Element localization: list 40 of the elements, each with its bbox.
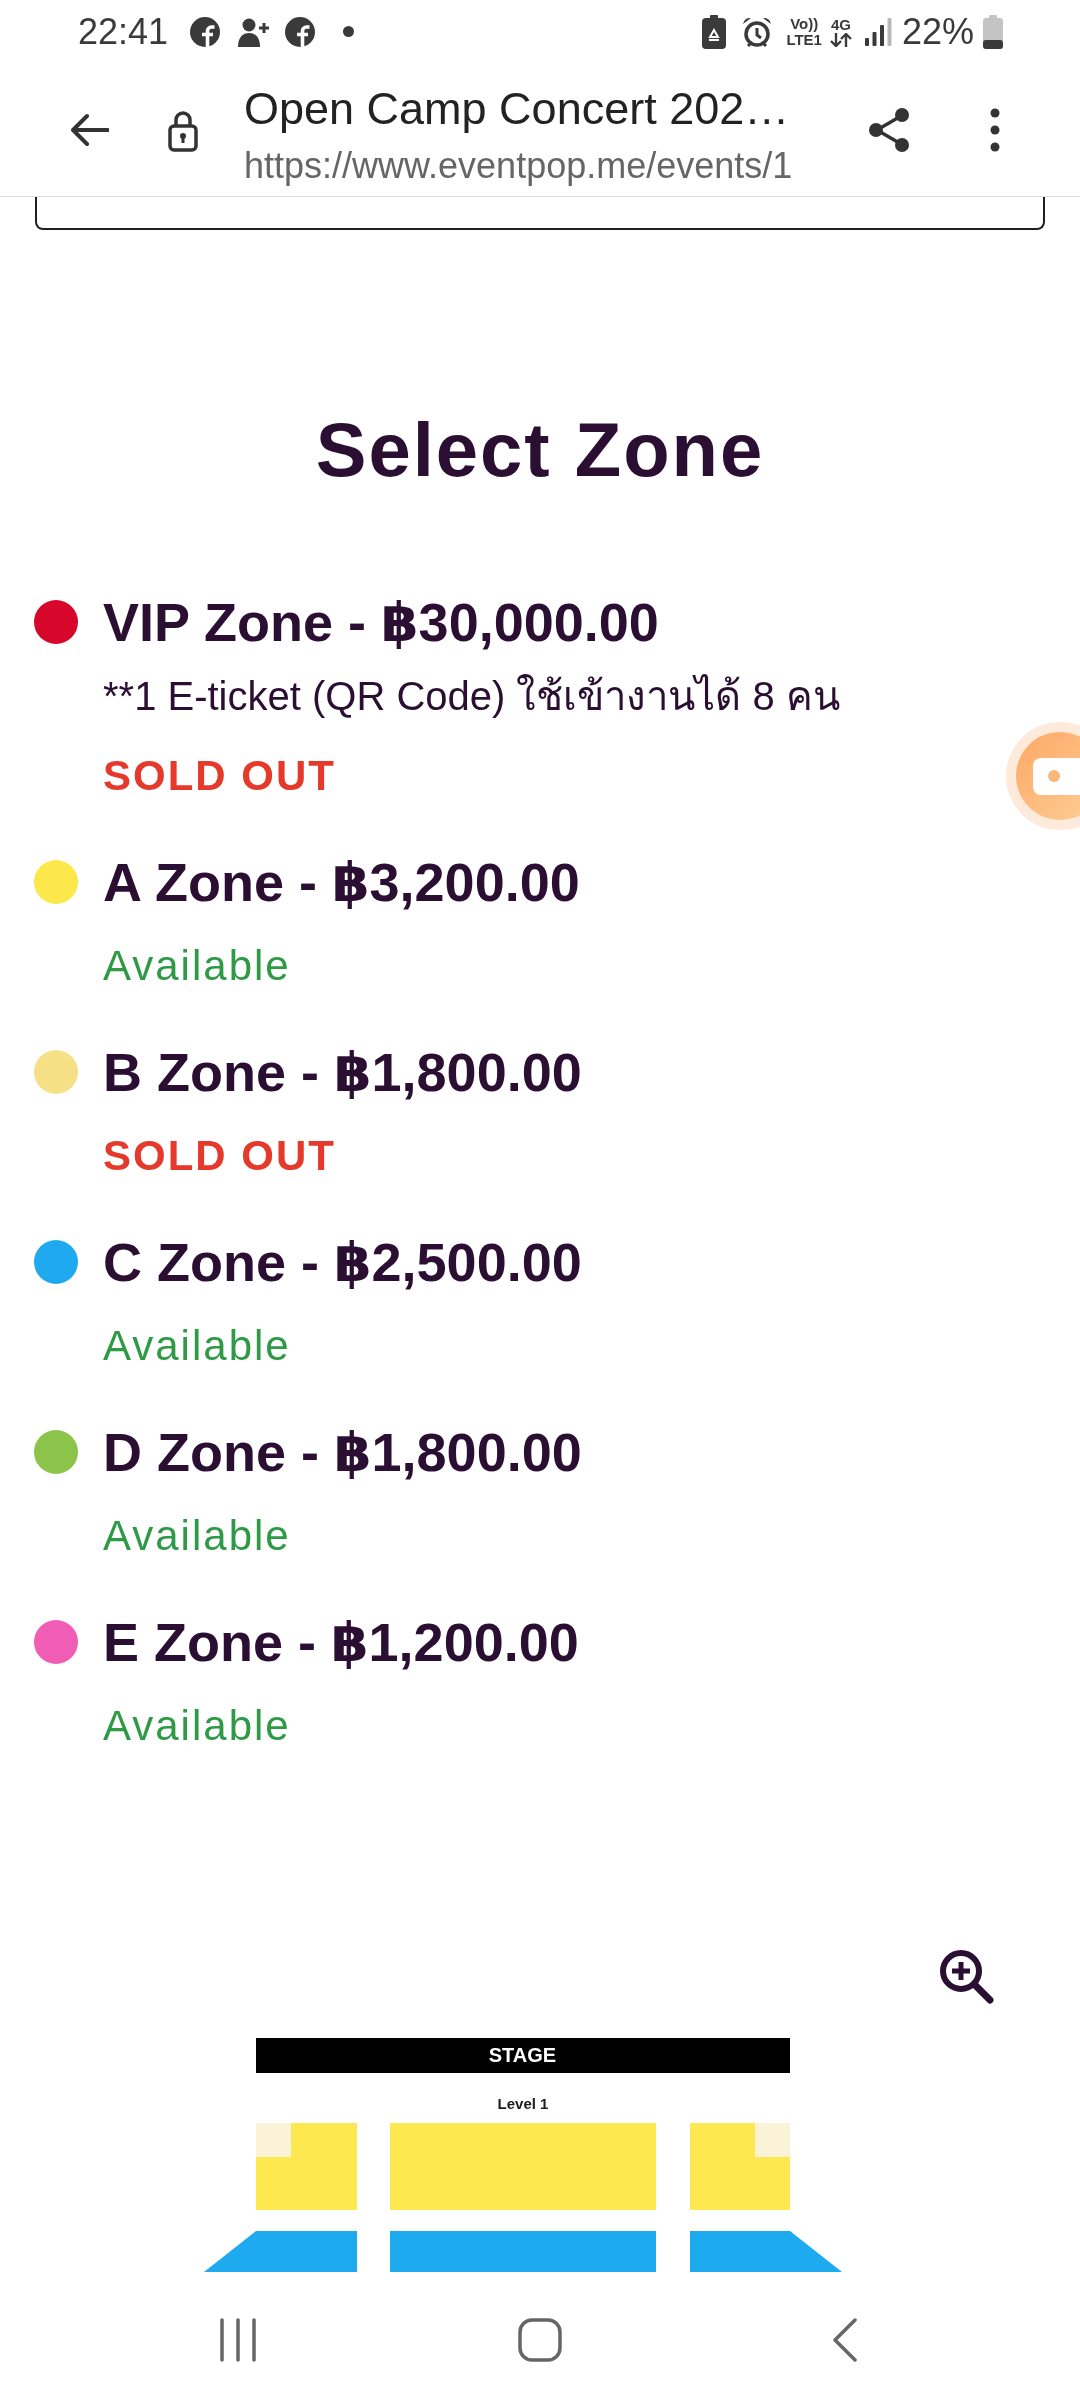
availability-status: Available	[103, 1511, 292, 1561]
zone-name-price: C Zone - ฿2,500.00	[103, 1231, 582, 1294]
availability-status: Available	[103, 941, 292, 991]
share-icon[interactable]	[868, 106, 910, 153]
stage-banner: STAGE	[255, 2038, 790, 2073]
battery-icon	[983, 14, 1003, 49]
data-arrows-icon	[829, 32, 852, 47]
zone-name-price: VIP Zone - ฿30,000.00	[103, 591, 660, 654]
zone-note: **1 E-ticket (QR Code) ใช้เข้างานได้ 8 คน	[103, 673, 840, 720]
availability-status: SOLD OUT	[103, 751, 337, 801]
alarm-clock-icon	[741, 15, 774, 48]
availability-status: Available	[103, 1321, 292, 1371]
zone-name-price: A Zone - ฿3,200.00	[103, 851, 580, 914]
back-arrow-icon[interactable]	[69, 112, 109, 147]
zoom-in-icon[interactable]	[939, 1949, 995, 2005]
clock-time: 22:41	[78, 11, 169, 52]
zone-name-price: E Zone - ฿1,200.00	[103, 1611, 579, 1674]
zone-name-price: B Zone - ฿1,800.00	[103, 1041, 582, 1104]
home-icon[interactable]	[518, 2318, 562, 2362]
more-options-icon[interactable]	[990, 107, 1000, 152]
facebook-icon	[285, 16, 316, 47]
availability-status: Available	[103, 1701, 292, 1751]
lte-label: LTE1	[786, 31, 822, 48]
battery-saver-icon	[702, 14, 727, 49]
facebook-icon	[190, 16, 221, 47]
url-text[interactable]: https://www.eventpop.me/events/1	[244, 144, 844, 188]
page-title: Open Camp Concert 202…	[244, 83, 791, 135]
recent-apps-icon[interactable]	[219, 2318, 257, 2362]
add-person-icon	[237, 16, 271, 47]
zone-name-price: D Zone - ฿1,800.00	[103, 1421, 582, 1484]
volte-label: Vo))	[790, 15, 819, 32]
network-type-label: 4G	[830, 16, 851, 33]
availability-status: SOLD OUT	[103, 1131, 337, 1181]
battery-percent: 22%	[901, 11, 974, 52]
section-heading: Select Zone	[314, 407, 766, 493]
notification-dot-icon	[343, 26, 355, 37]
back-icon[interactable]	[832, 2318, 858, 2362]
signal-icon	[864, 17, 892, 46]
camera-icon	[1033, 758, 1080, 795]
level-label: Level 1	[497, 2094, 549, 2114]
